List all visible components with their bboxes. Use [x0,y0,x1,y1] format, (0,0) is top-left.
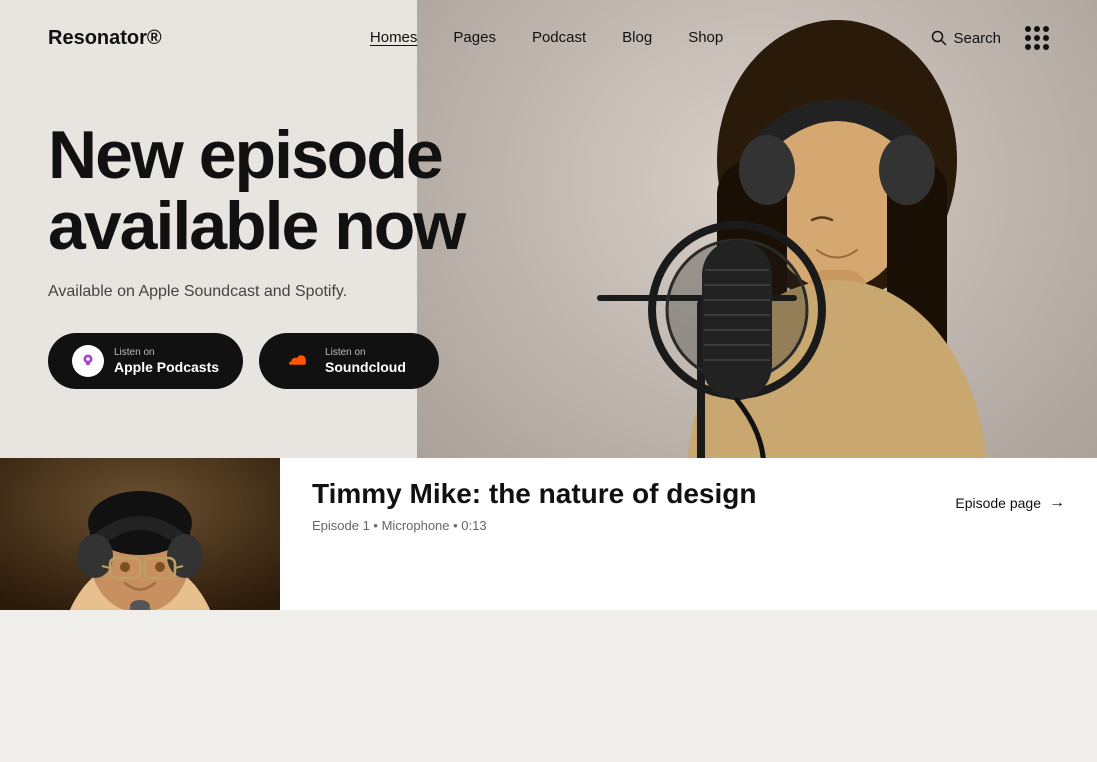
navbar: Resonator® Homes Pages Podcast Blog Shop… [0,0,1097,76]
episode-meta: Episode 1 • Microphone • 0:13 [312,518,891,533]
nav-item-podcast[interactable]: Podcast [532,29,586,46]
hero-content: New episode available now Available on A… [48,120,668,389]
hero-title: New episode available now [48,120,668,263]
nav-links: Homes Pages Podcast Blog Shop [370,29,723,47]
hero-buttons: Listen on Apple Podcasts Listen on Sound… [48,333,668,389]
nav-right: Search [931,26,1049,50]
episode-title: Timmy Mike: the nature of design [312,478,891,510]
apple-podcasts-button[interactable]: Listen on Apple Podcasts [48,333,243,389]
search-button[interactable]: Search [931,30,1001,47]
hero-subtitle: Available on Apple Soundcast and Spotify… [48,283,668,301]
nav-item-blog[interactable]: Blog [622,29,652,46]
soundcloud-text: Listen on Soundcloud [325,347,406,375]
episode-page-label: Episode page [955,495,1041,511]
soundcloud-button[interactable]: Listen on Soundcloud [259,333,439,389]
apple-podcasts-icon [72,345,104,377]
hero-section: New episode available now Available on A… [0,0,1097,610]
episode-card-content: Timmy Mike: the nature of design Episode… [280,458,923,610]
apple-podcasts-text: Listen on Apple Podcasts [114,347,219,375]
nav-item-pages[interactable]: Pages [453,29,496,46]
episode-thumbnail [0,458,280,610]
soundcloud-icon [283,345,315,377]
logo: Resonator® [48,27,162,50]
grid-menu-icon[interactable] [1025,26,1049,50]
episode-page-link[interactable]: Episode page → [923,474,1097,532]
search-label: Search [953,30,1001,47]
search-icon [931,30,947,46]
arrow-icon: → [1049,494,1065,512]
episode-card: Timmy Mike: the nature of design Episode… [0,458,1097,610]
nav-item-homes[interactable]: Homes [370,29,418,46]
nav-item-shop[interactable]: Shop [688,29,723,46]
